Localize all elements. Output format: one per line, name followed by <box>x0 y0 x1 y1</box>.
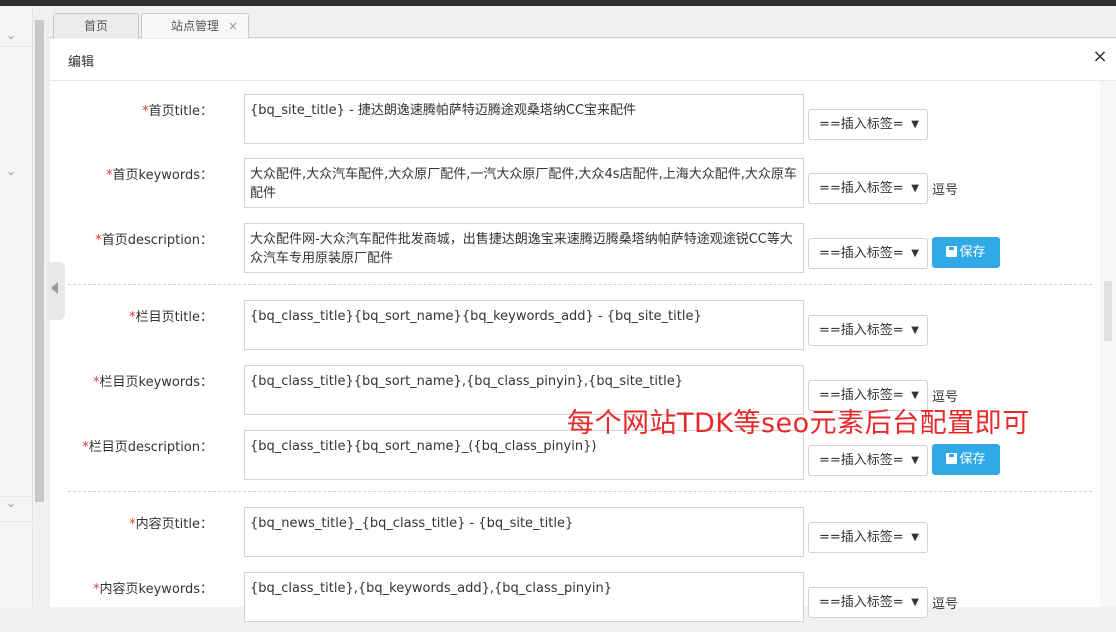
insert-tag-select-label: ==插入标签= <box>819 453 904 468</box>
insert-tag-select[interactable]: ==插入标签= ▼ <box>808 238 928 269</box>
save-button[interactable]: 保存 <box>932 444 1000 475</box>
chevron-down-icon[interactable]: ⌄ <box>4 28 18 42</box>
separator-hint: 逗号 <box>932 183 959 198</box>
field-label-text: 栏目页title： <box>135 310 213 325</box>
chevron-down-icon[interactable]: ⌄ <box>4 496 18 510</box>
insert-tag-select[interactable]: ==插入标签= ▼ <box>808 445 928 476</box>
content-keywords-input[interactable]: {bq_class_title},{bq_keywords_add},{bq_c… <box>244 572 804 622</box>
sidebar-collapse-handle[interactable] <box>47 262 65 320</box>
save-button[interactable]: 保存 <box>932 237 1000 268</box>
section-divider <box>68 491 1092 492</box>
tab-home-label: 首页 <box>83 19 108 33</box>
field-label-text: 首页title： <box>148 104 213 119</box>
form-row-home-keywords: *首页keywords： 大众配件,大众汽车配件,大众原厂配件,一汽大众原厂配件… <box>50 158 1116 218</box>
insert-tag-select-label: ==插入标签= <box>819 530 904 545</box>
tab-site-management[interactable]: 站点管理 × <box>141 13 249 38</box>
sidebar-scrollbar[interactable] <box>33 6 46 607</box>
panel-header: 编辑 × <box>50 39 1116 81</box>
nav-divider <box>0 46 33 47</box>
field-label: *首页title： <box>50 100 213 119</box>
tab-bar: 首页 站点管理 × <box>47 6 1116 38</box>
chevron-down-icon: ▼ <box>911 532 919 543</box>
tab-home[interactable]: 首页 <box>53 13 139 38</box>
nav-divider <box>0 521 33 522</box>
form-row-content-title: *内容页title： {bq_news_title}_{bq_class_tit… <box>50 507 1116 567</box>
insert-tag-select[interactable]: ==插入标签= ▼ <box>808 587 928 618</box>
chevron-down-icon: ▼ <box>911 183 919 194</box>
sidebar-scroll-thumb[interactable] <box>35 20 44 502</box>
insert-tag-select[interactable]: ==插入标签= ▼ <box>808 315 928 346</box>
chevron-down-icon[interactable]: ⌄ <box>4 164 18 178</box>
insert-tag-select-label: ==插入标签= <box>819 117 904 132</box>
content-title-input[interactable]: {bq_news_title}_{bq_class_title} - {bq_s… <box>244 507 804 557</box>
field-label-text: 栏目页description： <box>88 440 213 455</box>
insert-tag-select[interactable]: ==插入标签= ▼ <box>808 522 928 553</box>
chevron-down-icon: ▼ <box>911 455 919 466</box>
separator-hint: 逗号 <box>932 597 959 612</box>
field-label-text: 内容页title： <box>135 517 213 532</box>
insert-tag-select[interactable]: ==插入标签= ▼ <box>808 109 928 140</box>
field-label: *首页description： <box>50 229 213 248</box>
save-icon <box>946 246 958 257</box>
form-row-category-title: *栏目页title： {bq_class_title}{bq_sort_name… <box>50 300 1116 360</box>
save-button-label: 保存 <box>959 452 986 467</box>
insert-tag-select-label: ==插入标签= <box>819 246 904 261</box>
chevron-down-icon: ▼ <box>911 325 919 336</box>
chevron-down-icon: ▼ <box>911 119 919 130</box>
field-label-text: 首页description： <box>101 233 213 248</box>
form-row-home-description: *首页description： 大众配件网-大众汽车配件批发商城，出售捷达朗逸宝… <box>50 223 1116 283</box>
annotation-overlay-text: 每个网站TDK等seo元素后台配置即可 <box>567 408 1030 439</box>
field-label-text: 内容页keywords： <box>99 582 213 597</box>
home-title-input[interactable]: {bq_site_title} - 捷达朗逸速腾帕萨特迈腾途观桑塔纳CC宝来配件 <box>244 94 804 144</box>
close-icon[interactable]: × <box>228 14 238 38</box>
insert-tag-select-label: ==插入标签= <box>819 595 904 610</box>
save-icon <box>946 453 958 464</box>
field-label: *栏目页keywords： <box>50 371 213 390</box>
save-button-label: 保存 <box>959 245 986 260</box>
insert-tag-select[interactable]: ==插入标签= ▼ <box>808 173 928 204</box>
field-label: *栏目页description： <box>50 436 213 455</box>
insert-tag-select-label: ==插入标签= <box>819 323 904 338</box>
form-row-home-title: *首页title： {bq_site_title} - 捷达朗逸速腾帕萨特迈腾途… <box>50 94 1116 154</box>
field-label: *内容页title： <box>50 513 213 532</box>
left-nav-strip: ⌄ ⌄ ⌄ <box>0 6 33 607</box>
form-row-content-keywords: *内容页keywords： {bq_class_title},{bq_keywo… <box>50 572 1116 632</box>
home-description-input[interactable]: 大众配件网-大众汽车配件批发商城，出售捷达朗逸宝来速腾迈腾桑塔纳帕萨特途观途锐C… <box>244 223 804 273</box>
field-label: *首页keywords： <box>50 164 213 183</box>
insert-tag-select-label: ==插入标签= <box>819 181 904 196</box>
close-icon[interactable]: × <box>1090 47 1110 67</box>
field-label-text: 首页keywords： <box>112 168 213 183</box>
category-title-input[interactable]: {bq_class_title}{bq_sort_name}{bq_keywor… <box>244 300 804 350</box>
content-scroll-thumb[interactable] <box>1104 281 1112 341</box>
chevron-left-icon <box>51 282 58 294</box>
section-divider <box>68 284 1092 285</box>
edit-panel: 编辑 × *首页title： {bq_site_title} - 捷达朗逸速腾帕… <box>50 39 1116 622</box>
home-keywords-input[interactable]: 大众配件,大众汽车配件,大众原厂配件,一汽大众原厂配件,大众4s店配件,上海大众… <box>244 158 804 208</box>
panel-title: 编辑 <box>68 55 95 70</box>
chevron-down-icon: ▼ <box>911 248 919 259</box>
field-label: *栏目页title： <box>50 306 213 325</box>
content-scrollbar[interactable] <box>1100 81 1116 607</box>
tab-site-management-label: 站点管理 <box>170 19 219 33</box>
chevron-down-icon: ▼ <box>911 597 919 608</box>
field-label-text: 栏目页keywords： <box>99 375 213 390</box>
field-label: *内容页keywords： <box>50 578 213 597</box>
